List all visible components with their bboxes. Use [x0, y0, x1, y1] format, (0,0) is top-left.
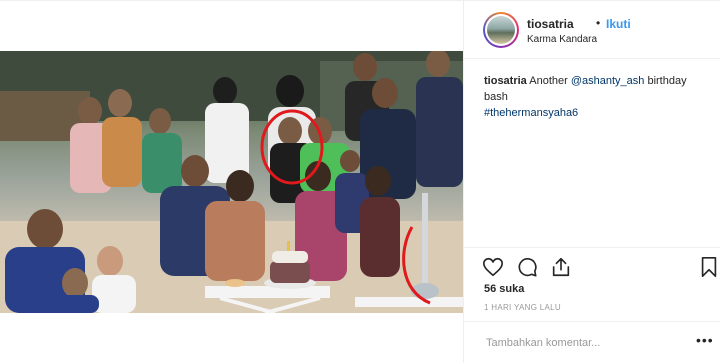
- post-caption: tiosatria Another @ashanty_ash birthday …: [484, 73, 706, 121]
- author-username[interactable]: tiosatria: [527, 17, 574, 31]
- avatar-story-ring[interactable]: [483, 12, 519, 48]
- group-photo-illustration: [0, 51, 463, 313]
- post-header: tiosatria • Ikuti Karma Kandara: [464, 1, 720, 59]
- caption-hashtag[interactable]: #thehermansyaha6: [484, 107, 578, 119]
- heart-icon[interactable]: [482, 256, 504, 278]
- comment-input[interactable]: [484, 332, 688, 354]
- location-link[interactable]: Karma Kandara: [527, 34, 597, 45]
- more-options-icon[interactable]: •••: [696, 332, 714, 348]
- likes-count[interactable]: 56 suka: [484, 283, 524, 295]
- post-photo[interactable]: [0, 51, 463, 313]
- avatar-image: [487, 16, 515, 44]
- post-sidebar: tiosatria • Ikuti Karma Kandara tiosatri…: [463, 1, 720, 363]
- post-timestamp[interactable]: 1 HARI YANG LALU: [484, 303, 561, 312]
- action-bar: [464, 247, 720, 287]
- share-icon[interactable]: [550, 256, 572, 278]
- separator-dot: •: [596, 16, 601, 30]
- caption-username[interactable]: tiosatria: [484, 75, 527, 87]
- caption-mention[interactable]: @ashanty_ash: [571, 75, 645, 87]
- caption-text-before: Another: [529, 75, 568, 87]
- follow-button[interactable]: Ikuti: [606, 17, 631, 31]
- instagram-post: tiosatria • Ikuti Karma Kandara tiosatri…: [0, 0, 720, 363]
- avatar[interactable]: [485, 14, 517, 46]
- comment-icon[interactable]: [516, 256, 538, 278]
- bookmark-icon[interactable]: [698, 256, 720, 278]
- comment-form: •••: [464, 321, 720, 363]
